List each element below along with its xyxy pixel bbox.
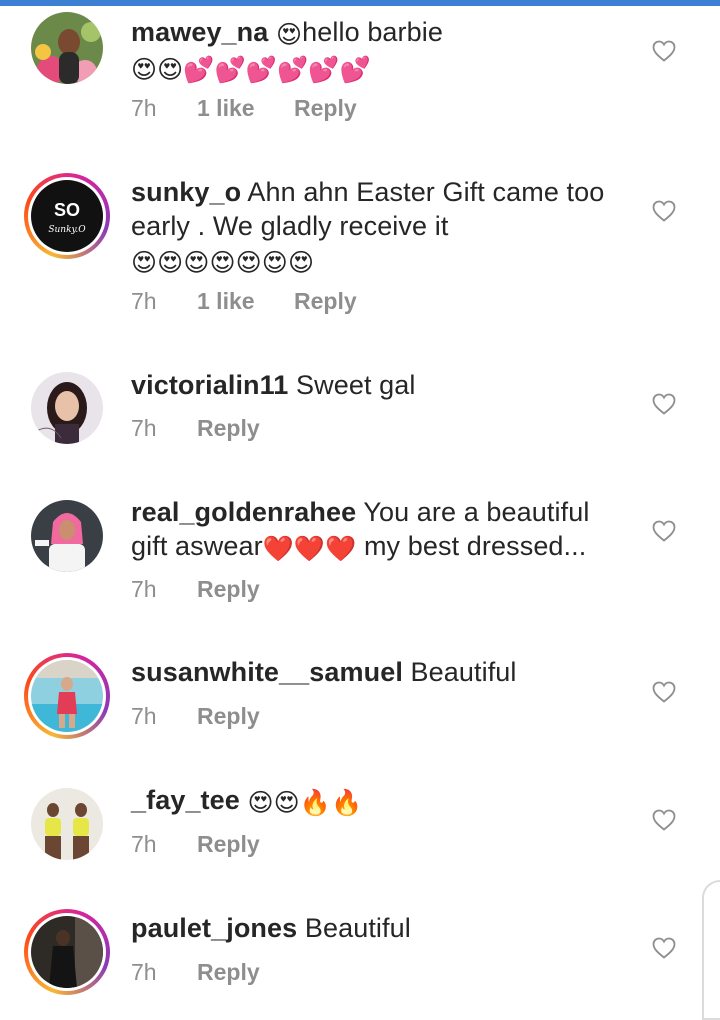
comment-body: Sweet gal — [296, 370, 416, 400]
comment-username[interactable]: real_goldenrahee — [131, 497, 356, 527]
heart-outline-icon[interactable] — [652, 393, 676, 415]
avatar-photo — [31, 788, 103, 860]
avatar[interactable] — [24, 781, 110, 867]
comment-username[interactable]: victorialin11 — [131, 370, 288, 400]
comment-time: 7h — [131, 95, 157, 121]
comment-text: real_goldenrahee You are a beautiful gif… — [131, 495, 631, 564]
emoji: 😍😍😍😍😍😍😍 — [131, 249, 315, 277]
avatar[interactable] — [24, 365, 110, 451]
heart-outline-icon[interactable] — [652, 200, 676, 222]
heart-outline-icon[interactable] — [652, 937, 676, 959]
comment-text: susanwhite__samuel Beautiful — [131, 655, 631, 689]
comment-body: Beautiful — [304, 913, 411, 943]
comment-username[interactable]: susanwhite__samuel — [131, 657, 403, 687]
avatar-logo: SO Sunky.O — [31, 180, 103, 252]
reply-button[interactable]: Reply — [197, 413, 260, 443]
emoji: ❤️❤️❤️ — [262, 535, 357, 563]
reply-button[interactable]: Reply — [197, 574, 260, 604]
comment-username[interactable]: mawey_na — [131, 17, 268, 47]
comment-likes[interactable]: 1 like — [197, 93, 294, 123]
avatar[interactable] — [24, 653, 110, 739]
svg-text:Sunky.O: Sunky.O — [48, 225, 86, 235]
comment-time: 7h — [131, 288, 157, 314]
comment-time: 7h — [131, 576, 157, 602]
comment-text: paulet_jones Beautiful — [131, 911, 631, 945]
comment-text: sunky_o Ahn ahn Easter Gift came too ear… — [131, 175, 631, 278]
heart-outline-icon[interactable] — [652, 681, 676, 703]
emoji: 😍😍🔥🔥 — [247, 789, 363, 817]
comment-meta: 7h Reply — [131, 957, 260, 987]
avatar-photo — [31, 500, 103, 572]
svg-text:SO: SO — [54, 200, 80, 220]
comment-text: mawey_na 😍hello barbie 😍😍💕💕💕💕💕💕 — [131, 15, 631, 85]
comment-username[interactable]: _fay_tee — [131, 785, 240, 815]
comment-time: 7h — [131, 703, 157, 729]
comment-time: 7h — [131, 831, 157, 857]
avatar-photo — [31, 660, 103, 732]
avatar-photo — [31, 916, 103, 988]
emoji: 😍 — [276, 21, 303, 49]
reply-button[interactable]: Reply — [197, 829, 260, 859]
comment-meta: 7h Reply — [131, 701, 260, 731]
comment-text: victorialin11 Sweet gal — [131, 368, 631, 402]
comment-meta: 7h 1 like Reply — [131, 286, 357, 316]
comment-time: 7h — [131, 959, 157, 985]
comment-meta: 7h 1 like Reply — [131, 93, 357, 123]
heart-outline-icon[interactable] — [652, 520, 676, 542]
heart-outline-icon[interactable] — [652, 809, 676, 831]
comment-username[interactable]: paulet_jones — [131, 913, 297, 943]
comment-body: Beautiful — [410, 657, 517, 687]
comment-meta: 7h Reply — [131, 574, 260, 604]
emoji: 😍😍💕💕💕💕💕💕 — [131, 56, 371, 84]
avatar[interactable] — [24, 493, 110, 579]
comment-text: _fay_tee 😍😍🔥🔥 — [131, 783, 631, 818]
avatar[interactable]: SO Sunky.O — [24, 173, 110, 259]
comment-body-tail: my best dressed... — [363, 531, 587, 561]
comment-meta: 7h Reply — [131, 413, 260, 443]
avatar[interactable] — [24, 5, 110, 91]
reply-button[interactable]: Reply — [197, 957, 260, 987]
comment-meta: 7h Reply — [131, 829, 260, 859]
comment-username[interactable]: sunky_o — [131, 177, 241, 207]
comment-time: 7h — [131, 415, 157, 441]
comment-body: hello barbie — [302, 17, 443, 47]
comment-likes[interactable]: 1 like — [197, 286, 294, 316]
overlay-card-edge — [702, 880, 720, 1020]
reply-button[interactable]: Reply — [294, 93, 357, 123]
avatar-photo — [31, 12, 103, 84]
reply-button[interactable]: Reply — [294, 286, 357, 316]
avatar-photo — [31, 372, 103, 444]
comments-list: mawey_na 😍hello barbie😍😍💕💕💕💕💕💕 7h 1 like R… — [0, 0, 720, 997]
heart-outline-icon[interactable] — [652, 40, 676, 62]
avatar[interactable] — [24, 909, 110, 995]
reply-button[interactable]: Reply — [197, 701, 260, 731]
